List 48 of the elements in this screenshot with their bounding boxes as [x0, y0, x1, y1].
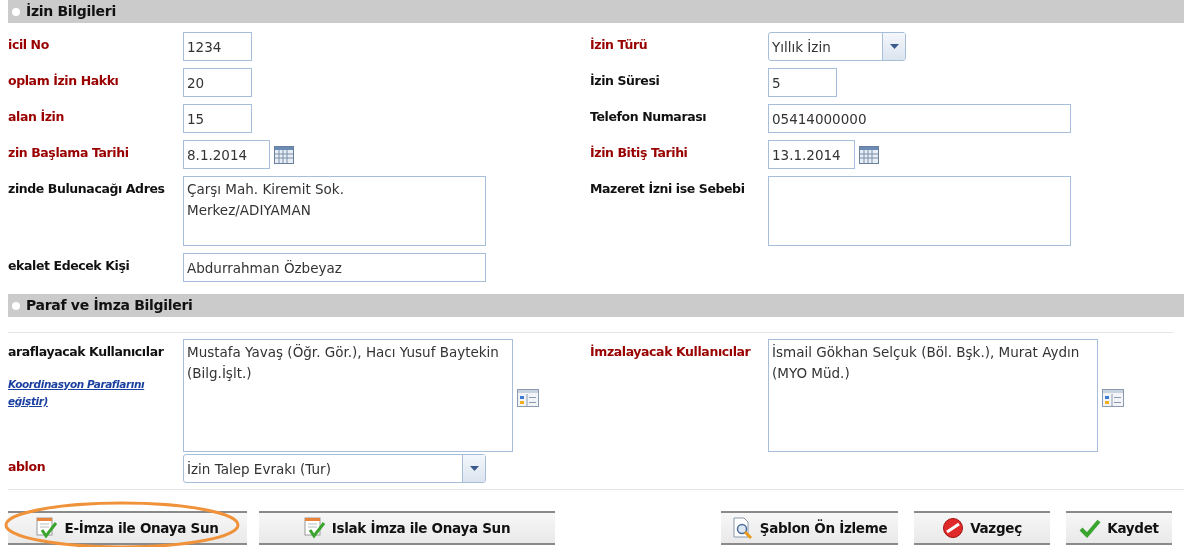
field-label: İmzalayacak Kullanıcılar: [590, 343, 752, 361]
field-label: İzin Süresi: [590, 72, 661, 90]
field-label: ablon: [8, 458, 47, 476]
calendar-icon[interactable]: [859, 145, 879, 164]
field-label: Mazeret İzni ise Sebebi: [590, 180, 746, 198]
input-field[interactable]: 1234: [183, 32, 252, 61]
text-area[interactable]: Çarşı Mah. Kiremit Sok. Merkez/ADIYAMAN: [183, 176, 486, 246]
field-label: zinde Bulunacağı Adres: [8, 180, 166, 198]
text-area[interactable]: İsmail Gökhan Selçuk (Böl. Bşk.), Murat Aydın (MYO Müd.): [768, 339, 1098, 452]
cancel-button[interactable]: Vazgeç: [914, 511, 1050, 545]
document-check-icon: [303, 517, 326, 539]
field-label: alan İzin: [8, 108, 65, 126]
action-button[interactable]: Kaydet: [1066, 511, 1172, 545]
check-icon: [1079, 517, 1102, 539]
field-label: icil No: [8, 36, 50, 54]
caret-icon: [469, 466, 479, 471]
action-button[interactable]: Islak İmza ile Onaya Sun: [259, 511, 555, 545]
input-field[interactable]: 5: [768, 68, 837, 97]
field-label: oplam İzin Hakkı: [8, 72, 120, 90]
text-area[interactable]: Mustafa Yavaş (Öğr. Gör.), Hacı Yusuf Baytekin (Bilg.İşlt.): [183, 339, 513, 452]
field-label: araflayacak Kullanıcılar: [8, 343, 165, 361]
document-check-icon: [36, 517, 59, 539]
cancel-icon: [942, 517, 965, 539]
input-field[interactable]: 8.1.2014: [183, 140, 270, 169]
input-field[interactable]: 05414000000: [768, 104, 1071, 133]
link[interactable]: Koordinasyon Paraflarını eğiştir): [8, 375, 183, 410]
document-magnifier-icon: [731, 517, 754, 539]
field-label: Telefon Numarası: [590, 108, 708, 126]
list-icon[interactable]: [517, 388, 539, 407]
dropdown[interactable]: İzin Talep Evrakı (Tur): [183, 454, 486, 483]
section-title: İzin Bilgileri: [26, 2, 116, 21]
input-field[interactable]: Abdurrahman Özbeyaz: [183, 253, 486, 282]
field-label: zin Başlama Tarihi: [8, 144, 130, 162]
section-title: Paraf ve İmza Bilgileri: [26, 296, 193, 315]
field-label: ekalet Edecek Kişi: [8, 257, 131, 275]
field-label: İzin Türü: [590, 36, 649, 54]
dropdown[interactable]: Yıllık İzin: [768, 32, 906, 61]
action-button[interactable]: Şablon Ön İzleme: [721, 511, 898, 545]
list-icon[interactable]: [1102, 388, 1124, 407]
field-label: İzin Bitiş Tarihi: [590, 144, 689, 162]
bullet-icon: [12, 7, 20, 16]
bullet-icon: [12, 301, 20, 310]
calendar-icon[interactable]: [274, 145, 294, 164]
input-field[interactable]: 20: [183, 68, 252, 97]
input-field[interactable]: 13.1.2014: [768, 140, 855, 169]
action-button[interactable]: E-İmza ile Onaya Sun: [8, 511, 247, 545]
caret-icon: [889, 44, 899, 49]
input-field[interactable]: 15: [183, 104, 252, 133]
